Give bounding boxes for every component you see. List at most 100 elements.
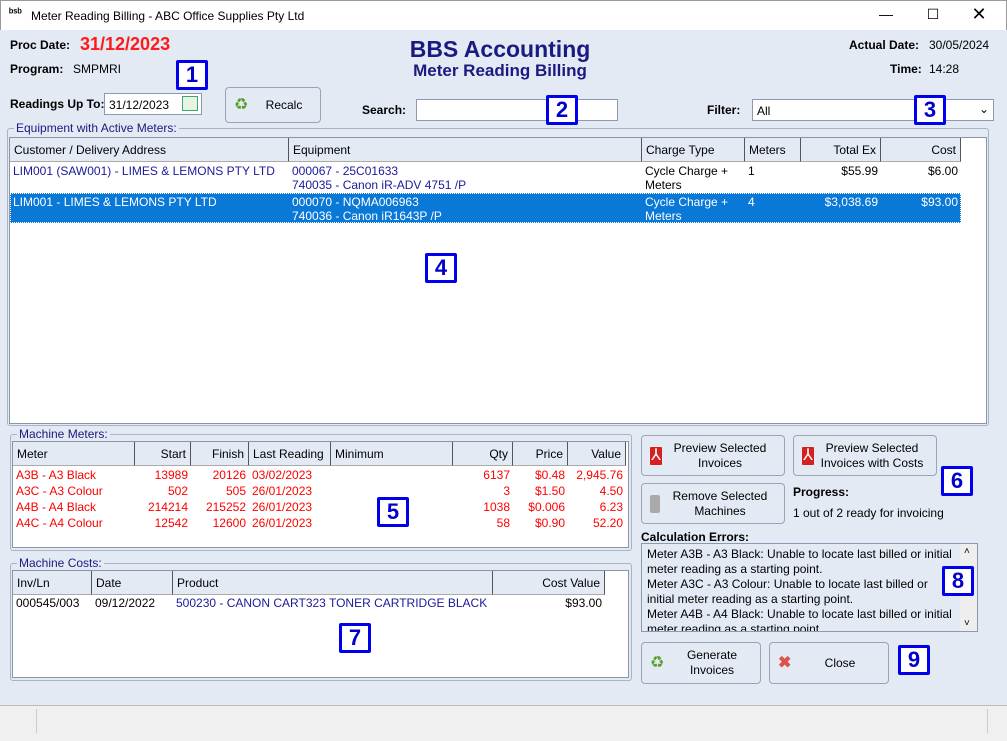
- meter-cell: A3C - A3 Colour: [16, 484, 103, 498]
- meter-cell: 4.50: [599, 484, 623, 498]
- total-ex-cell: $55.99: [841, 164, 878, 178]
- customer-cell: LIM001 - LIMES & LEMONS PTY LTD: [13, 195, 217, 209]
- calendar-icon[interactable]: [182, 96, 198, 111]
- badge-6: 6: [941, 466, 973, 496]
- column-header[interactable]: Finish: [191, 442, 249, 466]
- total-ex-cell: $3,038.69: [824, 195, 878, 209]
- progress-label: Progress:: [793, 485, 850, 499]
- charge-type-cell: Cycle Charge +: [645, 195, 729, 209]
- readings-date-value: 31/12/2023: [109, 98, 170, 112]
- filter-select[interactable]: All ⌄: [752, 99, 994, 121]
- column-header[interactable]: Equipment: [289, 138, 642, 162]
- generate-invoices-button[interactable]: ♻ Generate Invoices: [641, 642, 761, 684]
- meter-cell: 215252: [205, 500, 246, 514]
- actual-date-label: Actual Date:: [849, 38, 920, 52]
- table-row[interactable]: A4C - A4 Colour 12542 12600 26/01/2023 58 $0.…: [13, 516, 626, 532]
- meter-cell: 505: [225, 484, 246, 498]
- costs-table[interactable]: Inv/Ln Date Product Cost Value 000545/003 09/…: [12, 570, 629, 678]
- meters-table[interactable]: Meter Start Finish Last Reading Minimum Qty Pr…: [12, 441, 629, 548]
- title-bar: ᵇˢᵇ Meter Reading Billing - ABC Office S…: [0, 0, 1007, 30]
- table-row[interactable]: LIM001 - LIMES & LEMONS PTY LTD 000070 - …: [10, 193, 961, 223]
- table-row[interactable]: LIM001 (SAW001) - LIMES & LEMONS PTY LTD…: [10, 162, 961, 192]
- charge-type-cell: Cycle Charge +: [645, 164, 729, 178]
- pdf-icon: ⅄: [650, 446, 662, 465]
- meter-cell: $0.48: [534, 468, 565, 482]
- column-header[interactable]: Inv/Ln: [13, 571, 92, 595]
- meter-cell: A3B - A3 Black: [16, 468, 97, 482]
- meter-cell: 3: [503, 484, 510, 498]
- meter-cell: 26/01/2023: [252, 484, 313, 498]
- badge-4: 4: [425, 253, 457, 283]
- column-header[interactable]: Meter: [13, 442, 135, 466]
- column-header[interactable]: Price: [513, 442, 568, 466]
- maximize-button[interactable]: ☐: [918, 6, 948, 23]
- table-row[interactable]: 000545/003 09/12/2022 500230 - CANON CART3…: [13, 596, 605, 612]
- close-label: Close: [824, 655, 856, 670]
- badge-3: 3: [914, 95, 946, 125]
- status-bar: [0, 705, 1007, 741]
- column-header[interactable]: Start: [135, 442, 191, 466]
- column-header[interactable]: Minimum: [331, 442, 453, 466]
- meters-cell: 4: [748, 195, 755, 209]
- column-header[interactable]: Qty: [453, 442, 513, 466]
- meter-cell: 6.23: [599, 500, 623, 514]
- table-row[interactable]: A3B - A3 Black 13989 20126 03/02/2023 6137 $0…: [13, 468, 626, 484]
- calculation-errors-box[interactable]: Meter A3B - A3 Black: Unable to locate l…: [641, 543, 978, 632]
- equipment-table[interactable]: Customer / Delivery Address Equipment Char…: [9, 137, 987, 424]
- meter-cell: 12542: [154, 516, 188, 530]
- app-subtitle: Meter Reading Billing: [413, 61, 587, 80]
- column-header[interactable]: Value: [568, 442, 626, 466]
- meter-cell: 214214: [147, 500, 188, 514]
- program-label: Program:: [10, 62, 64, 76]
- column-header[interactable]: Product: [173, 571, 493, 595]
- window-title: Meter Reading Billing - ABC Office Suppl…: [31, 9, 305, 23]
- calculation-errors-label: Calculation Errors:: [641, 530, 750, 544]
- preview-invoices-with-costs-button[interactable]: ⅄ Preview Selected Invoices with Costs: [793, 435, 937, 476]
- calculation-errors-text: Meter A3B - A3 Black: Unable to locate l…: [647, 547, 952, 632]
- column-header[interactable]: Total Ex: [801, 138, 881, 162]
- search-input[interactable]: [416, 99, 618, 121]
- table-row[interactable]: A3C - A3 Colour 502 505 26/01/2023 3 $1.50 4.5…: [13, 484, 626, 500]
- meter-cell: 52.20: [592, 516, 623, 530]
- cost-cell: 500230 - CANON CART323 TONER CARTRIDGE B…: [176, 596, 488, 610]
- meter-cell: 26/01/2023: [252, 500, 313, 514]
- badge-8: 8: [942, 566, 974, 596]
- cost-cell: $93.00: [565, 596, 602, 610]
- app-title: BBS Accounting: [409, 36, 591, 62]
- badge-1: 1: [176, 60, 208, 90]
- time-value: 14:28: [929, 62, 960, 76]
- meter-cell: 58: [496, 516, 510, 530]
- meter-cell: 6137: [483, 468, 510, 482]
- column-header[interactable]: Cost: [881, 138, 961, 162]
- column-header[interactable]: Customer / Delivery Address: [10, 138, 289, 162]
- meter-cell: A4B - A4 Black: [16, 500, 97, 514]
- column-header[interactable]: Cost Value: [493, 571, 605, 595]
- meter-cell: 502: [167, 484, 188, 498]
- preview-selected-invoices-button[interactable]: ⅄ Preview Selected Invoices: [641, 435, 785, 476]
- close-window-button[interactable]: ✕: [964, 4, 994, 25]
- remove-selected-machines-button[interactable]: Remove Selected Machines: [641, 483, 785, 524]
- column-header[interactable]: Last Reading: [249, 442, 331, 466]
- equipment-group-title: Equipment with Active Meters:: [14, 121, 179, 135]
- meter-cell: 13989: [154, 468, 188, 482]
- equipment-model-cell: 740035 - Canon iR-ADV 4751 /P: [292, 178, 467, 192]
- time-label: Time:: [890, 62, 922, 76]
- readings-date-field[interactable]: 31/12/2023: [104, 93, 202, 115]
- scroll-up-icon[interactable]: ˄: [964, 546, 970, 557]
- column-header[interactable]: Date: [92, 571, 173, 595]
- cost-cell: 000545/003: [16, 596, 80, 610]
- minimize-button[interactable]: —: [871, 6, 901, 22]
- costs-group-title: Machine Costs:: [17, 556, 104, 570]
- cost-cell: $93.00: [921, 195, 958, 209]
- search-label: Search:: [362, 103, 407, 117]
- close-button[interactable]: ✖ Close: [769, 642, 889, 684]
- meter-cell: $1.50: [534, 484, 565, 498]
- readings-up-to-label: Readings Up To:: [10, 97, 105, 111]
- scroll-down-icon[interactable]: ˅: [964, 618, 970, 629]
- column-header[interactable]: Meters: [745, 138, 801, 162]
- meter-cell: 20126: [212, 468, 246, 482]
- table-row[interactable]: A4B - A4 Black 214214 215252 26/01/2023 1038…: [13, 500, 626, 516]
- recalc-button[interactable]: ♻ Recalc: [225, 87, 321, 123]
- recycle-icon: ♻: [234, 96, 249, 114]
- column-header[interactable]: Charge Type: [642, 138, 745, 162]
